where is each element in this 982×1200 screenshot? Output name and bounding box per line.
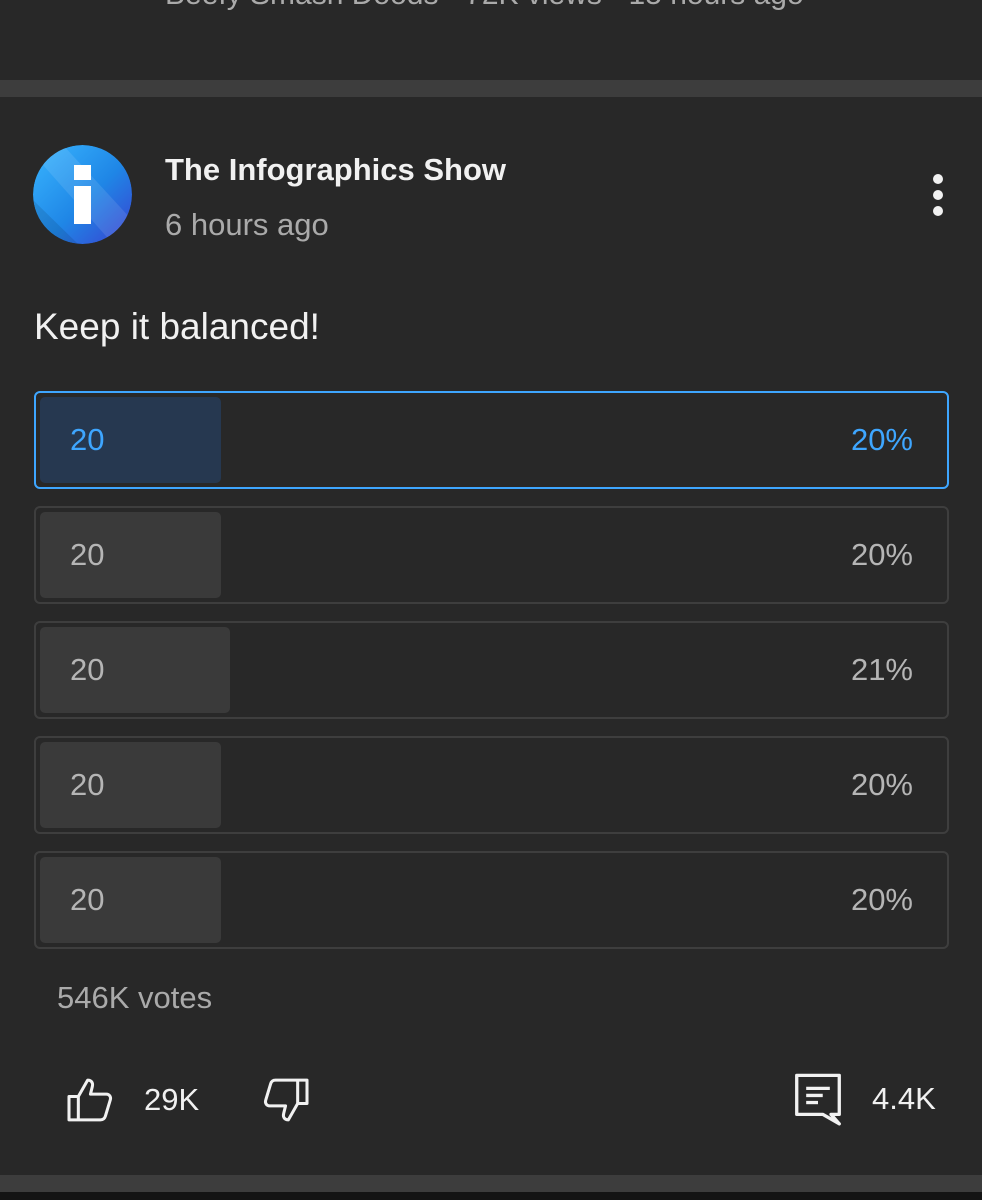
poll-option-percent: 20% [850, 882, 913, 917]
thumbs-down-icon [263, 1078, 309, 1122]
poll-option-bar [40, 742, 221, 828]
thumbs-up-icon [67, 1078, 113, 1122]
infographics-logo-icon [33, 145, 132, 244]
poll-option-label: 20 [70, 652, 105, 687]
like-button[interactable]: 29K [62, 1072, 199, 1128]
poll-option-bar [40, 627, 230, 713]
channel-name[interactable]: The Infographics Show [165, 152, 506, 188]
poll-option-bar [40, 397, 221, 483]
dislike-button[interactable] [258, 1072, 314, 1128]
poll-option-label: 20 [70, 767, 105, 802]
comment-count: 4.4K [872, 1081, 936, 1116]
channel-avatar[interactable] [33, 145, 132, 244]
comment-icon [795, 1073, 841, 1126]
poll-option-percent: 20% [850, 422, 913, 457]
comments-button[interactable]: 4.4K [792, 1070, 936, 1128]
poll-option-bar [40, 512, 221, 598]
poll-option-label: 20 [70, 537, 105, 572]
like-count: 29K [144, 1082, 200, 1117]
poll-option-percent: 20% [850, 537, 913, 572]
poll-option-percent: 20% [850, 767, 913, 802]
poll-vote-count: 546K votes [57, 980, 213, 1015]
previous-video-meta: Beefy Smash Doods · 72K views · 15 hours… [165, 0, 804, 12]
next-content-strip [0, 1192, 982, 1200]
poll-option-label: 20 [70, 422, 105, 457]
section-divider [0, 80, 982, 97]
post-timestamp: 6 hours ago [165, 207, 329, 242]
poll-option[interactable]: 20 20% [34, 391, 949, 489]
poll-option[interactable]: 20 20% [34, 851, 949, 949]
poll-option-percent: 21% [850, 652, 913, 687]
poll-option-label: 20 [70, 882, 105, 917]
more-vert-icon[interactable] [918, 170, 958, 220]
poll-option[interactable]: 20 20% [34, 736, 949, 834]
poll-option[interactable]: 20 21% [34, 621, 949, 719]
post-text: Keep it balanced! [34, 306, 320, 347]
poll-option-bar [40, 857, 221, 943]
community-post-page: Beefy Smash Doods · 72K views · 15 hours… [0, 0, 982, 1200]
poll-option[interactable]: 20 20% [34, 506, 949, 604]
section-divider [0, 1175, 982, 1192]
